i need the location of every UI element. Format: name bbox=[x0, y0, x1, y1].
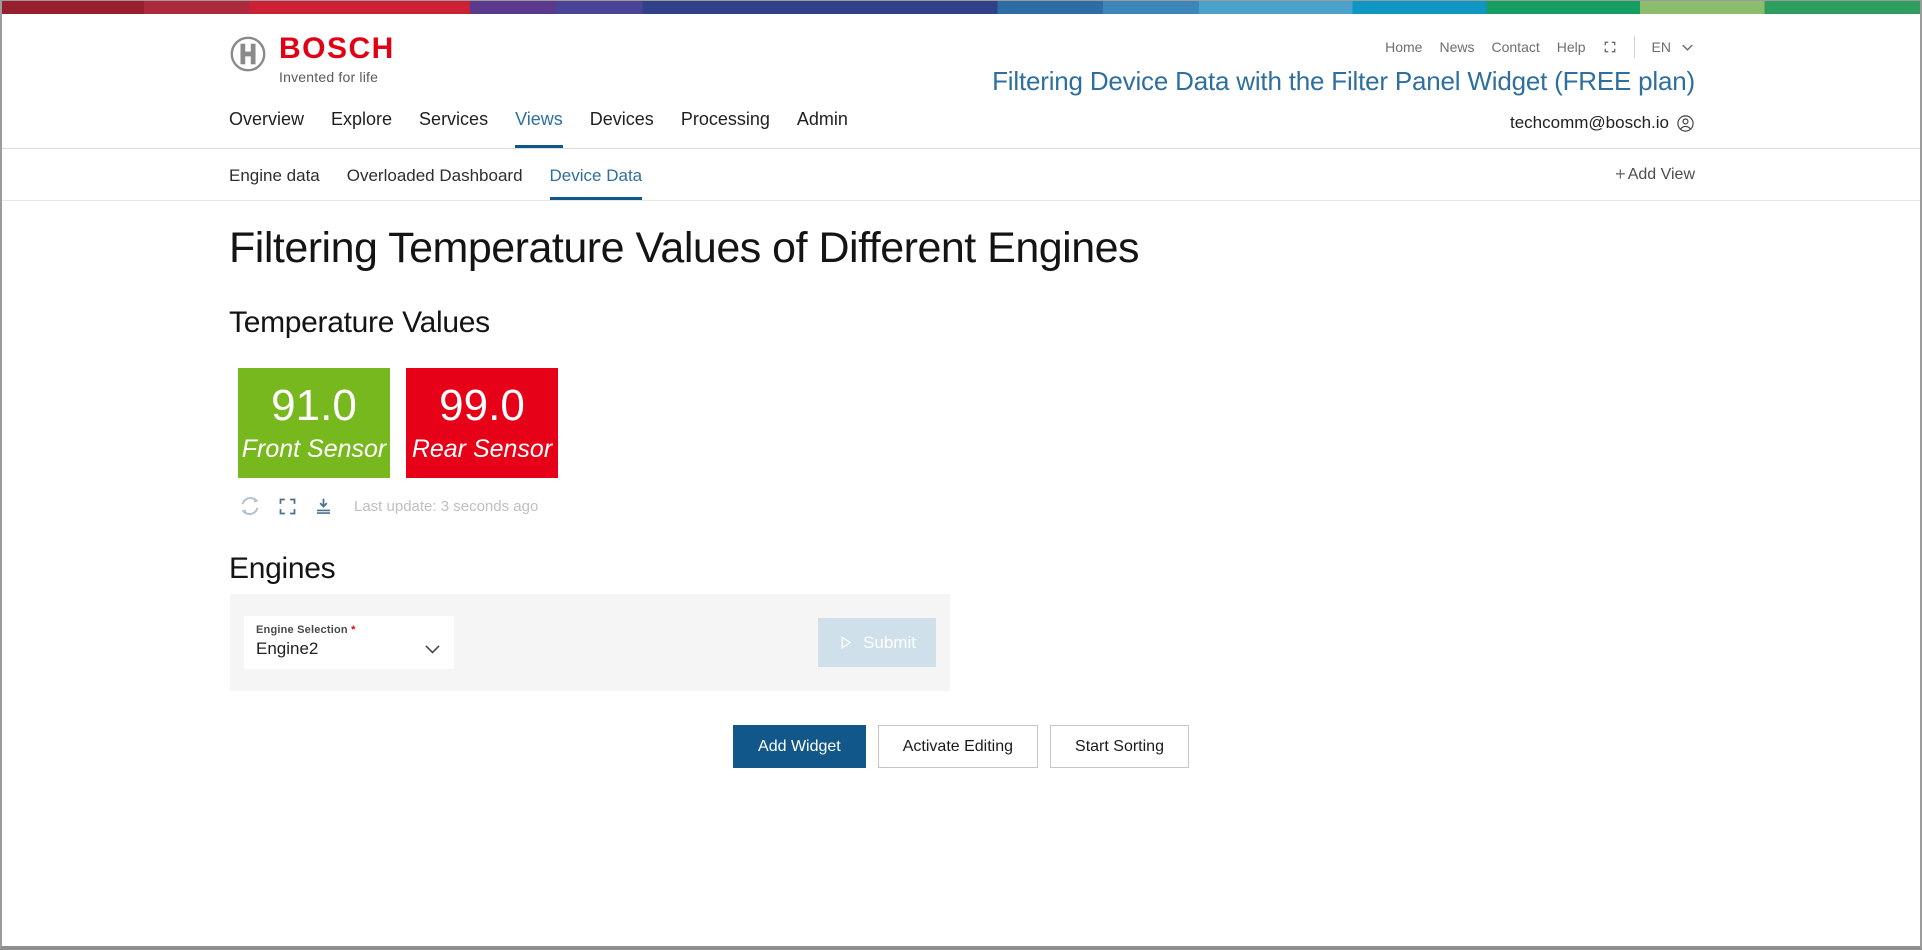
chevron-down-icon bbox=[1680, 40, 1695, 55]
utility-link-news[interactable]: News bbox=[1439, 39, 1474, 55]
bosch-symbol-icon bbox=[229, 35, 267, 73]
page-title: Filtering Device Data with the Filter Pa… bbox=[992, 66, 1695, 97]
nav-item-devices[interactable]: Devices bbox=[590, 109, 654, 148]
required-marker: * bbox=[351, 624, 355, 636]
add-view-label: Add View bbox=[1628, 166, 1695, 184]
utility-link-help[interactable]: Help bbox=[1557, 39, 1586, 55]
nav-item-explore[interactable]: Explore bbox=[331, 109, 392, 148]
add-view-button[interactable]: + Add View bbox=[1615, 164, 1695, 185]
nav-item-admin[interactable]: Admin bbox=[797, 109, 848, 148]
user-email: techcomm@bosch.io bbox=[1510, 113, 1669, 133]
bosch-tagline: Invented for life bbox=[279, 69, 395, 85]
play-icon bbox=[838, 635, 853, 650]
refresh-icon[interactable] bbox=[238, 494, 262, 518]
nav-item-views[interactable]: Views bbox=[515, 109, 563, 148]
submit-label: Submit bbox=[863, 633, 916, 653]
tab-device-data[interactable]: Device Data bbox=[550, 149, 643, 200]
bosch-logo[interactable]: BOSCH Invented for life bbox=[229, 34, 395, 85]
download-icon[interactable] bbox=[313, 496, 334, 517]
utility-nav: Home News Contact Help EN bbox=[1385, 36, 1695, 58]
nav-item-services[interactable]: Services bbox=[419, 109, 488, 148]
add-widget-button[interactable]: Add Widget bbox=[733, 725, 866, 768]
language-selector[interactable]: EN bbox=[1652, 39, 1695, 55]
view-tab-bar: Engine data Overloaded Dashboard Device … bbox=[2, 149, 1920, 201]
divider bbox=[1634, 36, 1635, 58]
dashboard-actions: Add Widget Activate Editing Start Sortin… bbox=[2, 725, 1920, 768]
bosch-supergraphic-stripe bbox=[2, 1, 1920, 14]
temperature-tiles: 91.0 Front Sensor 99.0 Rear Sensor bbox=[238, 368, 1920, 478]
tile-label: Rear Sensor bbox=[412, 435, 552, 464]
utility-link-contact[interactable]: Contact bbox=[1492, 39, 1540, 55]
nav-item-processing[interactable]: Processing bbox=[681, 109, 770, 148]
bosch-wordmark: BOSCH bbox=[279, 34, 395, 64]
tab-overloaded-dashboard[interactable]: Overloaded Dashboard bbox=[347, 149, 523, 200]
user-icon bbox=[1676, 114, 1695, 133]
fullscreen-widget-icon[interactable] bbox=[277, 496, 298, 517]
app-window: BOSCH Invented for life Home News Contac… bbox=[0, 0, 1922, 950]
temperature-widget-title: Temperature Values bbox=[229, 306, 1920, 340]
fullscreen-icon[interactable] bbox=[1603, 40, 1617, 54]
header: BOSCH Invented for life Home News Contac… bbox=[2, 14, 1920, 149]
tile-value: 99.0 bbox=[439, 382, 525, 430]
tab-engine-data[interactable]: Engine data bbox=[229, 149, 320, 200]
filter-panel: Engine Selection * Engine2 Submit bbox=[230, 594, 950, 691]
last-update-text: Last update: 3 seconds ago bbox=[354, 498, 538, 515]
temperature-tile: 99.0 Rear Sensor bbox=[406, 368, 558, 478]
nav-item-overview[interactable]: Overview bbox=[229, 109, 304, 148]
tile-value: 91.0 bbox=[271, 382, 357, 430]
filter-widget-title: Engines bbox=[229, 552, 1920, 586]
plus-icon: + bbox=[1615, 164, 1626, 185]
activate-editing-button[interactable]: Activate Editing bbox=[878, 725, 1038, 768]
engine-selection-label: Engine Selection * bbox=[256, 624, 442, 636]
dashboard-content: Filtering Temperature Values of Differen… bbox=[2, 225, 1920, 768]
user-menu[interactable]: techcomm@bosch.io bbox=[1510, 113, 1695, 133]
engine-selection-value: Engine2 bbox=[256, 639, 318, 659]
main-nav: Overview Explore Services Views Devices … bbox=[229, 109, 848, 148]
engine-selection-dropdown[interactable]: Engine Selection * Engine2 bbox=[244, 616, 454, 669]
view-tabs: Engine data Overloaded Dashboard Device … bbox=[229, 149, 642, 200]
chevron-down-icon bbox=[423, 640, 442, 659]
submit-button[interactable]: Submit bbox=[818, 618, 936, 667]
language-label: EN bbox=[1652, 39, 1671, 55]
tile-label: Front Sensor bbox=[242, 435, 387, 464]
start-sorting-button[interactable]: Start Sorting bbox=[1050, 725, 1189, 768]
utility-link-home[interactable]: Home bbox=[1385, 39, 1422, 55]
temperature-tile: 91.0 Front Sensor bbox=[238, 368, 390, 478]
dashboard-heading: Filtering Temperature Values of Differen… bbox=[229, 225, 1920, 272]
widget-toolbar: Last update: 3 seconds ago bbox=[238, 494, 1920, 518]
